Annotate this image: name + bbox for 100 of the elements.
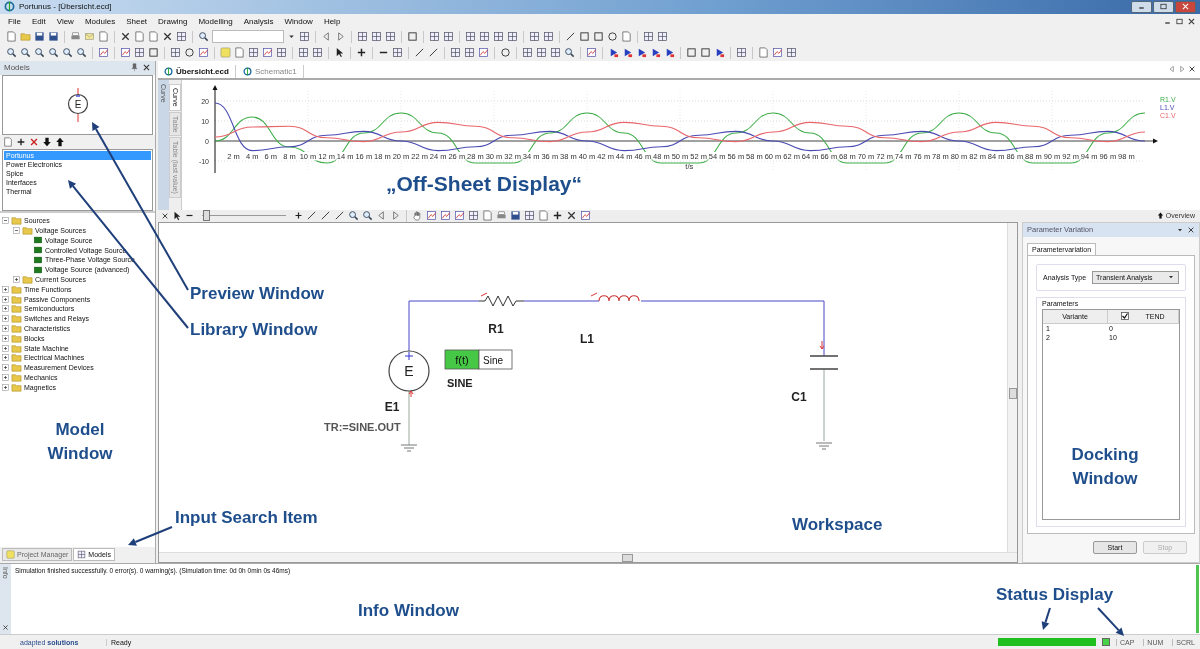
grid-icon[interactable]	[299, 31, 310, 43]
expander-icon[interactable]	[2, 383, 9, 391]
grid-icon[interactable]	[479, 31, 490, 43]
chart-icon[interactable]	[478, 47, 489, 59]
down-arrow-icon[interactable]	[42, 136, 52, 147]
close-icon[interactable]	[162, 31, 173, 43]
expander-icon[interactable]	[2, 285, 9, 293]
chart-icon[interactable]	[454, 210, 465, 222]
grid-icon[interactable]	[643, 31, 654, 43]
magnifier-icon[interactable]	[34, 47, 45, 59]
menu-item[interactable]: Drawing	[158, 15, 188, 27]
expander-icon[interactable]	[2, 305, 9, 313]
grid-icon[interactable]	[170, 47, 181, 59]
hand-icon[interactable]	[412, 210, 423, 222]
square-icon[interactable]	[407, 31, 418, 43]
menu-item[interactable]: File	[8, 15, 21, 27]
magnifier-icon[interactable]	[198, 31, 209, 43]
grid-icon[interactable]	[786, 47, 797, 59]
close-icon[interactable]	[566, 210, 577, 222]
line-icon[interactable]	[565, 31, 576, 43]
chart-icon[interactable]	[120, 47, 131, 59]
close-icon[interactable]	[1188, 65, 1196, 74]
line-icon[interactable]	[306, 210, 317, 222]
grid-icon[interactable]	[736, 47, 747, 59]
play-icon[interactable]	[622, 47, 633, 59]
expander-icon[interactable]	[13, 227, 20, 234]
vertical-scrollbar[interactable]	[1007, 222, 1017, 553]
menu-item[interactable]: Sheet	[126, 15, 148, 27]
close-icon[interactable]	[142, 63, 151, 73]
chart-icon[interactable]	[98, 47, 109, 59]
slider-thumb[interactable]	[203, 210, 211, 222]
grid-icon[interactable]	[134, 47, 145, 59]
menu-item[interactable]: View	[56, 15, 74, 27]
page-icon[interactable]	[6, 31, 17, 43]
chart-icon[interactable]	[440, 210, 451, 222]
zoom-slider[interactable]	[199, 210, 289, 222]
plus-icon[interactable]	[16, 136, 26, 147]
menu-item[interactable]: Analysis	[243, 15, 274, 27]
menu-item[interactable]: Modules	[84, 15, 116, 27]
close-icon[interactable]	[1187, 16, 1196, 26]
square-icon[interactable]	[579, 31, 590, 43]
line-icon[interactable]	[428, 47, 439, 59]
expander-icon[interactable]	[2, 373, 9, 381]
line-icon[interactable]	[334, 210, 345, 222]
checkbox[interactable]	[1121, 312, 1130, 321]
expander-icon[interactable]	[2, 295, 9, 303]
left-arrow-icon[interactable]	[321, 31, 332, 43]
close-icon[interactable]	[161, 211, 169, 220]
expander-icon[interactable]	[2, 344, 9, 352]
grid-icon[interactable]	[450, 47, 461, 59]
circle-icon[interactable]	[500, 47, 511, 59]
grid-icon[interactable]	[429, 31, 440, 43]
expander-icon[interactable]	[2, 364, 9, 372]
plus-icon[interactable]	[356, 47, 367, 59]
pin-icon[interactable]	[130, 63, 139, 73]
menu-item[interactable]: Edit	[31, 15, 46, 27]
minimize-button[interactable]	[1131, 0, 1152, 13]
chart-icon[interactable]	[580, 210, 591, 222]
menu-item[interactable]: Window	[284, 15, 313, 27]
grid-icon[interactable]	[550, 47, 561, 59]
square-icon[interactable]	[686, 47, 697, 59]
square-icon[interactable]	[593, 31, 604, 43]
delete-icon[interactable]	[29, 136, 39, 147]
magnifier-icon[interactable]	[20, 47, 31, 59]
grid-icon[interactable]	[357, 31, 368, 43]
expander-icon[interactable]	[2, 315, 9, 323]
grid-icon[interactable]	[493, 31, 504, 43]
magnifier-icon[interactable]	[76, 47, 87, 59]
chart-icon[interactable]	[426, 210, 437, 222]
grid-icon[interactable]	[176, 31, 187, 43]
grid-icon[interactable]	[464, 47, 475, 59]
grid-icon[interactable]	[371, 31, 382, 43]
expander-icon[interactable]	[2, 334, 9, 342]
magnifier-icon[interactable]	[348, 210, 359, 222]
play-icon[interactable]	[608, 47, 619, 59]
grid-icon[interactable]	[248, 47, 259, 59]
grid-icon[interactable]	[298, 47, 309, 59]
circle-icon[interactable]	[607, 31, 618, 43]
grid-icon[interactable]	[529, 31, 540, 43]
magnifier-icon[interactable]	[6, 47, 17, 59]
magnifier-icon[interactable]	[62, 47, 73, 59]
pointer-icon[interactable]	[172, 210, 182, 221]
play-icon[interactable]	[636, 47, 647, 59]
magnifier-icon[interactable]	[564, 47, 575, 59]
square-icon[interactable]	[700, 47, 711, 59]
up-arrow-icon[interactable]	[55, 136, 65, 147]
circle-icon[interactable]	[184, 47, 195, 59]
grid-icon[interactable]	[543, 31, 554, 43]
search-field[interactable]	[212, 30, 284, 44]
grid-icon[interactable]	[312, 47, 323, 59]
close-button[interactable]	[1175, 0, 1196, 13]
expander-icon[interactable]	[2, 354, 9, 362]
chart-icon[interactable]	[772, 47, 783, 59]
close-icon[interactable]	[120, 31, 131, 43]
page-icon[interactable]	[482, 210, 493, 222]
page-icon[interactable]	[98, 31, 109, 43]
right-arrow-icon[interactable]	[390, 210, 401, 222]
chart-icon[interactable]	[586, 47, 597, 59]
chart-icon[interactable]	[262, 47, 273, 59]
close-icon[interactable]	[2, 624, 9, 632]
